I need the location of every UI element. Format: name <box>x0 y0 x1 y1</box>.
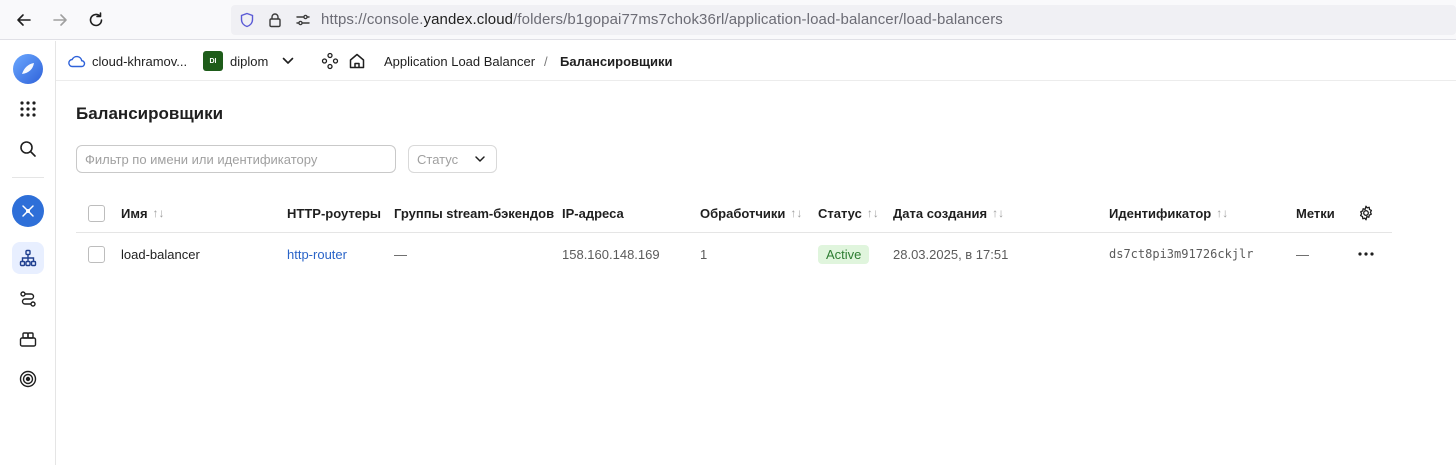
column-header-stream-groups: Группы stream-бэкендов <box>394 205 555 221</box>
column-header-id[interactable]: Идентификатор ↑↓ <box>1109 193 1228 233</box>
column-header-listeners[interactable]: Обработчики ↑↓ <box>700 193 802 233</box>
breadcrumb-separator: / <box>544 53 548 69</box>
network-icon[interactable] <box>12 195 44 227</box>
breadcrumb-service[interactable]: Application Load Balancer <box>384 41 535 81</box>
sort-icon[interactable]: ↑↓ <box>992 206 1004 220</box>
load-balancer-icon[interactable] <box>12 242 44 274</box>
sort-icon[interactable]: ↑↓ <box>867 206 879 220</box>
address-bar[interactable]: https://console.yandex.cloud/folders/b1g… <box>231 5 1456 35</box>
sidebar-divider <box>12 177 44 178</box>
shield-icon[interactable] <box>239 12 255 28</box>
search-icon[interactable] <box>12 133 44 165</box>
cloud-selector[interactable]: cloud-khramov... <box>68 41 187 81</box>
services-hub-icon[interactable] <box>321 41 339 81</box>
column-header-ip: IP-адреса <box>562 205 624 221</box>
grid-icon[interactable] <box>12 93 44 125</box>
url-text: https://console.yandex.cloud/folders/b1g… <box>321 11 1003 28</box>
cloud-icon <box>68 55 86 68</box>
sort-icon[interactable]: ↑↓ <box>1216 206 1228 220</box>
row-router-link[interactable]: http-router <box>287 234 347 274</box>
header-bar: cloud-khramov... DI diplom Application L… <box>56 41 1456 81</box>
page-title: Балансировщики <box>76 104 224 123</box>
status-select-label: Статус <box>417 151 459 167</box>
backend-groups-icon[interactable] <box>12 323 44 355</box>
lock-icon[interactable] <box>267 12 283 28</box>
sidebar <box>0 41 56 465</box>
more-icon[interactable] <box>1358 234 1374 274</box>
forward-icon[interactable] <box>48 8 72 32</box>
column-header-status[interactable]: Статус ↑↓ <box>818 193 879 233</box>
row-stream-groups: — <box>394 246 407 262</box>
row-name[interactable]: load-balancer <box>121 234 200 274</box>
column-header-routers: HTTP-роутеры <box>287 205 382 221</box>
row-created: 28.03.2025, в 17:51 <box>893 246 1009 262</box>
browser-toolbar: https://console.yandex.cloud/folders/b1g… <box>0 0 1456 40</box>
status-select[interactable]: Статус <box>408 145 497 173</box>
column-header-labels: Метки <box>1296 205 1335 221</box>
routes-icon[interactable] <box>12 283 44 315</box>
row-labels: — <box>1296 246 1309 262</box>
chevron-down-icon <box>475 156 485 162</box>
permissions-icon[interactable] <box>295 12 311 28</box>
reload-icon[interactable] <box>84 8 108 32</box>
sort-icon[interactable]: ↑↓ <box>790 206 802 220</box>
filter-input[interactable] <box>76 145 396 173</box>
row-id: ds7ct8pi3m91726ckjlr <box>1109 247 1254 261</box>
row-listeners: 1 <box>700 246 708 262</box>
folder-badge: DI <box>203 51 223 71</box>
chevron-down-icon[interactable] <box>282 57 294 65</box>
sort-icon[interactable]: ↑↓ <box>153 206 165 220</box>
gear-icon[interactable] <box>1358 193 1374 233</box>
column-header-created[interactable]: Дата создания ↑↓ <box>893 193 1004 233</box>
home-icon[interactable] <box>348 41 366 81</box>
table-header: Имя ↑↓ HTTP-роутеры Группы stream-бэкендо… <box>76 193 1392 233</box>
table-row[interactable]: load-balancer http-router — 158.160.148.… <box>76 234 1392 274</box>
folder-name: diplom <box>230 53 269 69</box>
breadcrumb-current: Балансировщики <box>560 53 673 69</box>
back-icon[interactable] <box>12 8 36 32</box>
row-ip: 158.160.148.169 <box>562 246 660 262</box>
target-groups-icon[interactable] <box>12 363 44 395</box>
cloud-name: cloud-khramov... <box>92 53 188 69</box>
column-header-name[interactable]: Имя ↑↓ <box>121 193 165 233</box>
row-checkbox[interactable] <box>88 234 105 274</box>
folder-selector[interactable]: DI diplom <box>203 41 294 81</box>
yandex-cloud-logo-icon[interactable] <box>12 53 44 85</box>
status-badge: Active <box>818 234 870 274</box>
select-all-checkbox[interactable] <box>88 193 105 233</box>
